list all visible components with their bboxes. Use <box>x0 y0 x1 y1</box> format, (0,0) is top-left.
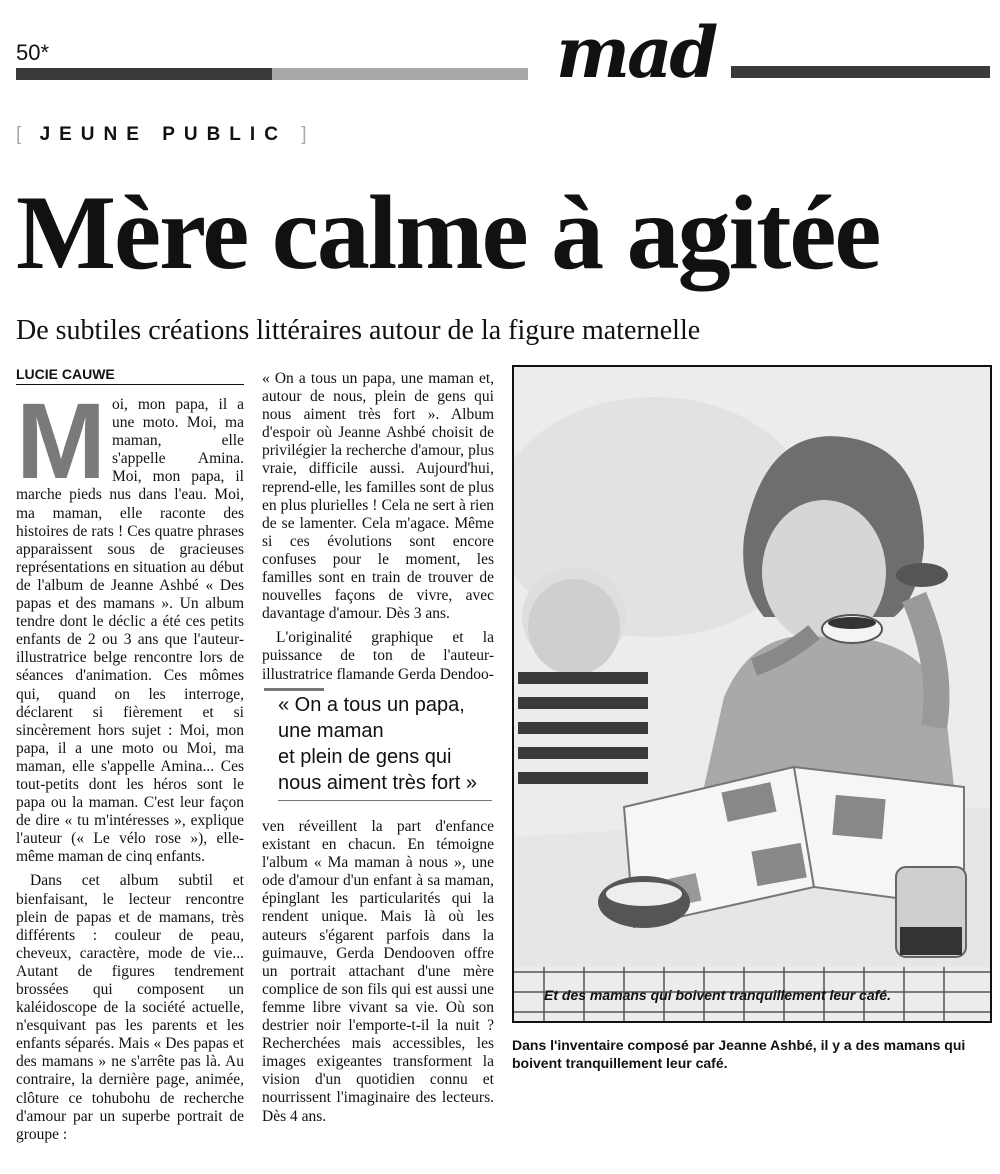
article-column-2-top: « On a tous un papa, une maman et, autou… <box>262 370 494 684</box>
header-rule-light <box>272 68 528 80</box>
rubric-close-bracket: ] <box>301 124 311 145</box>
rubric-label: JEUNE PUBLIC <box>39 124 287 145</box>
illustration-inset-caption: Et des mamans qui boivent tranquillement… <box>544 987 891 1003</box>
headline: Mère calme à agitée <box>16 174 881 291</box>
article-paragraph: Moi, mon papa, il a une moto. Moi, ma ma… <box>16 380 244 866</box>
page-number: 50* <box>16 40 50 65</box>
pull-quote-bottom-rule <box>278 800 492 801</box>
pull-quote-rule <box>264 688 324 691</box>
article-paragraph: « On a tous un papa, une maman et, autou… <box>262 370 494 623</box>
subtitle: De subtiles créations littéraires autour… <box>16 315 701 346</box>
illustration: Et des mamans qui boivent tranquillement… <box>512 365 992 1023</box>
header-rule-dark <box>16 68 272 80</box>
section-rubric: [ JEUNE PUBLIC ] <box>16 124 310 146</box>
article-paragraph: L'originalité graphique et la puissance … <box>262 629 494 683</box>
illustration-drawing <box>514 367 990 1021</box>
pull-quote-line: nous aiment très fort » <box>278 772 477 794</box>
drop-cap: M <box>16 380 106 501</box>
pull-quote-line: « On a tous un papa, <box>278 694 465 716</box>
article-column-1: Moi, mon papa, il a une moto. Moi, ma ma… <box>16 380 244 1144</box>
article-column-2-bottom: ven réveillent la part d'enfance existan… <box>262 818 494 1126</box>
pull-quote: « On a tous un papa, une maman et plein … <box>264 688 492 801</box>
illustration-caption: Dans l'inventaire composé par Jeanne Ash… <box>512 1037 966 1071</box>
article-paragraph: ven réveillent la part d'enfance existan… <box>262 818 494 1125</box>
rubric-open-bracket: [ <box>16 124 26 145</box>
pull-quote-line: et plein de gens qui <box>278 746 452 768</box>
article-paragraph: Dans cet album subtil et bienfaisant, le… <box>16 872 244 1143</box>
header-rule-right <box>731 66 990 78</box>
pull-quote-line: une maman <box>278 720 384 742</box>
section-logo: mad <box>556 11 718 94</box>
